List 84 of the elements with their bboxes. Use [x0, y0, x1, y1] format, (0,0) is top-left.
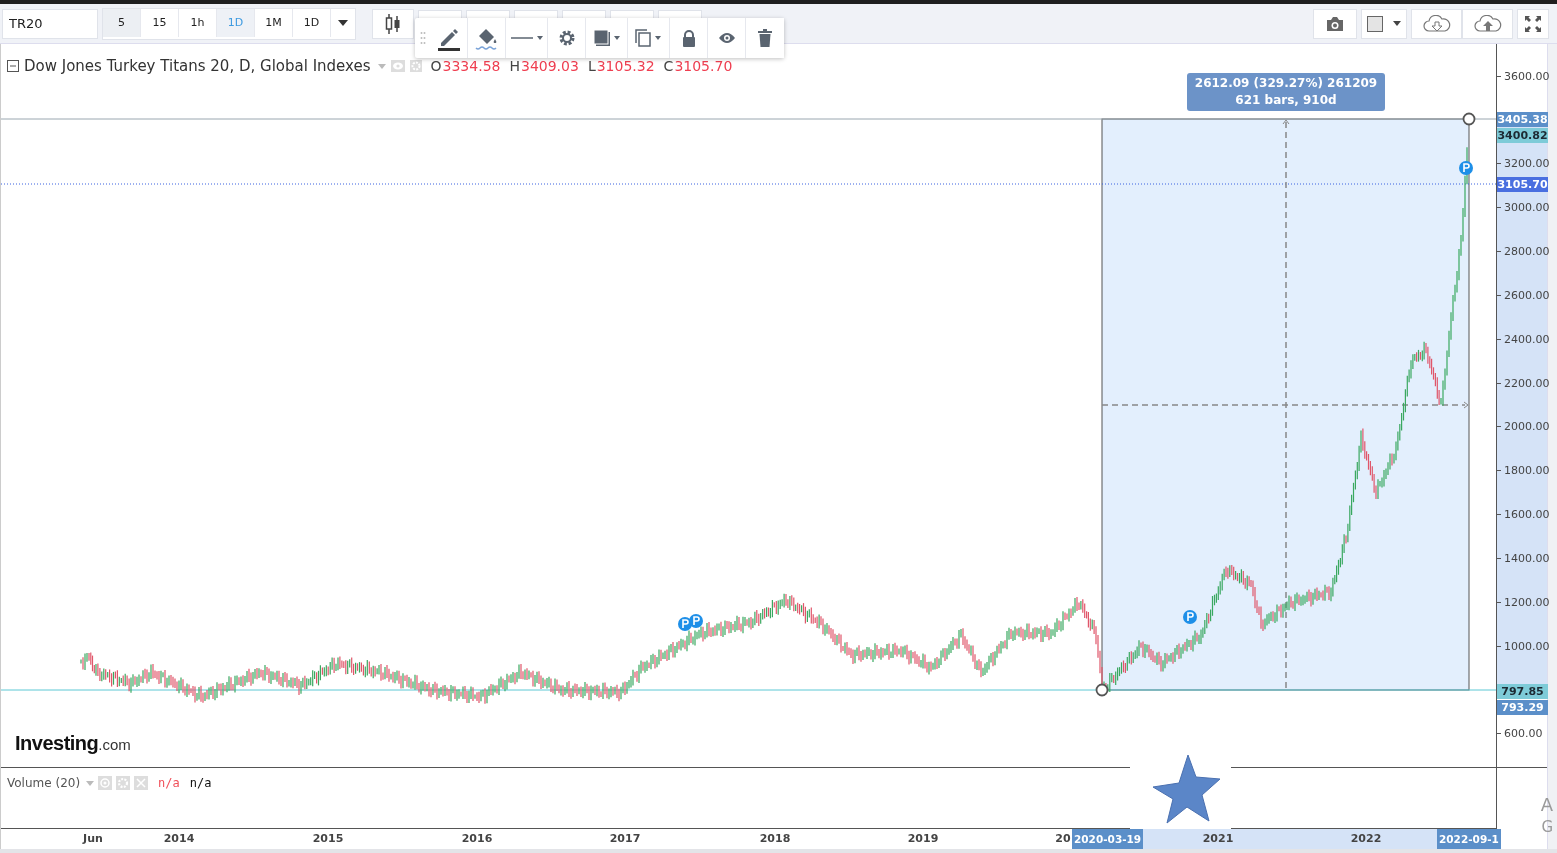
time-label: 2015: [312, 832, 344, 846]
gear-icon: [557, 29, 576, 47]
caret-icon: [338, 19, 348, 26]
ohlc-label: L: [587, 58, 596, 74]
fill-color-button[interactable]: [468, 18, 506, 58]
line-style-button[interactable]: [506, 18, 548, 58]
price-label: 1400.00: [1504, 551, 1550, 565]
price-label: 3000.00: [1504, 201, 1550, 215]
eye-icon: [717, 32, 736, 44]
price-label: 1600.00: [1504, 508, 1550, 522]
ohlc-value: 3334.58: [442, 58, 501, 74]
caret-icon: [1393, 21, 1401, 26]
trash-icon: [758, 29, 772, 47]
time-label: 2019: [907, 832, 939, 846]
lock-icon: [681, 29, 696, 47]
time-label: Jun: [83, 832, 103, 846]
lock-button[interactable]: [670, 18, 708, 58]
ohlc-value: 3105.70: [674, 58, 733, 74]
time-label: 2016: [461, 832, 493, 846]
symbol-field[interactable]: TR20: [2, 8, 98, 39]
cloud-download-icon: [1422, 14, 1451, 33]
price-label: 600.00: [1504, 727, 1543, 741]
drag-handle[interactable]: [1462, 112, 1476, 126]
time-label: 2017: [609, 832, 641, 846]
ohlc-value: 3105.32: [596, 58, 655, 74]
swatch-icon: [1367, 15, 1383, 32]
price-label: 2800.00: [1504, 244, 1550, 258]
chart-title: Dow Jones Turkey Titans 20, D, Global Indexes: [24, 57, 371, 75]
copy-icon: [634, 29, 663, 47]
price-label: 2200.00: [1504, 376, 1550, 390]
overlay-text: G: [1541, 818, 1553, 836]
time-label: 2022: [1350, 832, 1382, 846]
color-dropdown[interactable]: [1361, 8, 1407, 39]
price-label: 3200.00: [1504, 157, 1550, 171]
date-badge: 2022-09-1: [1437, 829, 1501, 850]
date-badge: 2020-03-19: [1072, 829, 1144, 850]
time-label: 2018: [759, 832, 791, 846]
drag-handle-icon[interactable]: [420, 31, 426, 45]
overlay-text: A: [1540, 794, 1553, 815]
candlestick-button[interactable]: [372, 8, 414, 39]
ohlc-label: H: [509, 58, 520, 74]
price-badge: 3105.70: [1497, 177, 1548, 193]
ohlc-label: O: [430, 58, 442, 74]
screenshot-button[interactable]: [1313, 8, 1357, 39]
time-label: 20: [1055, 832, 1071, 846]
measure-tooltip: 2612.09 (329.27%) 261209 621 bars, 910d: [1187, 73, 1385, 111]
caret-icon[interactable]: [377, 63, 386, 69]
visibility-button[interactable]: [708, 18, 746, 58]
cloud-upload-button[interactable]: [1462, 8, 1513, 39]
cloud-download-button[interactable]: [1411, 8, 1462, 39]
price-label: 3600.00: [1504, 69, 1550, 83]
price-label: 1200.00: [1504, 595, 1550, 609]
price-label: 1800.00: [1504, 464, 1550, 478]
event-marker[interactable]: [1459, 161, 1473, 175]
settings-button[interactable]: [548, 18, 586, 58]
logo: Investing.com: [15, 732, 131, 755]
cloud-upload-icon: [1473, 14, 1502, 33]
volume-value: n/a: [158, 776, 180, 790]
event-marker[interactable]: [1183, 610, 1197, 624]
time-label: 2014: [163, 832, 195, 846]
pencil-button[interactable]: [430, 18, 468, 58]
ohlc-label: C: [663, 58, 674, 74]
price-label: 2000.00: [1504, 420, 1550, 434]
drag-handle[interactable]: [1095, 683, 1109, 697]
time-label: 2021: [1202, 832, 1234, 846]
square-fill-icon: [592, 29, 621, 47]
candlestick-icon: [385, 12, 401, 35]
price-label: 2600.00: [1504, 288, 1550, 302]
clone-button[interactable]: [628, 18, 670, 58]
interval-button[interactable]: 5: [103, 8, 141, 37]
event-marker[interactable]: [689, 614, 703, 628]
ohlc-value: 3409.03: [521, 58, 579, 74]
price-label: 2400.00: [1504, 332, 1550, 346]
fullscreen-icon: [1524, 14, 1542, 33]
collapse-icon[interactable]: [7, 60, 19, 72]
volume-value: n/a: [189, 776, 212, 790]
price-label: 1000.00: [1504, 639, 1550, 653]
price-badge: 3405.38: [1497, 111, 1548, 127]
camera-icon: [1325, 15, 1345, 32]
fullscreen-button[interactable]: [1517, 8, 1549, 39]
price-badge: 793.29: [1497, 699, 1548, 715]
caret-icon[interactable]: [86, 780, 95, 786]
volume-title: Volume (20): [7, 776, 81, 790]
delete-button[interactable]: [746, 18, 784, 58]
